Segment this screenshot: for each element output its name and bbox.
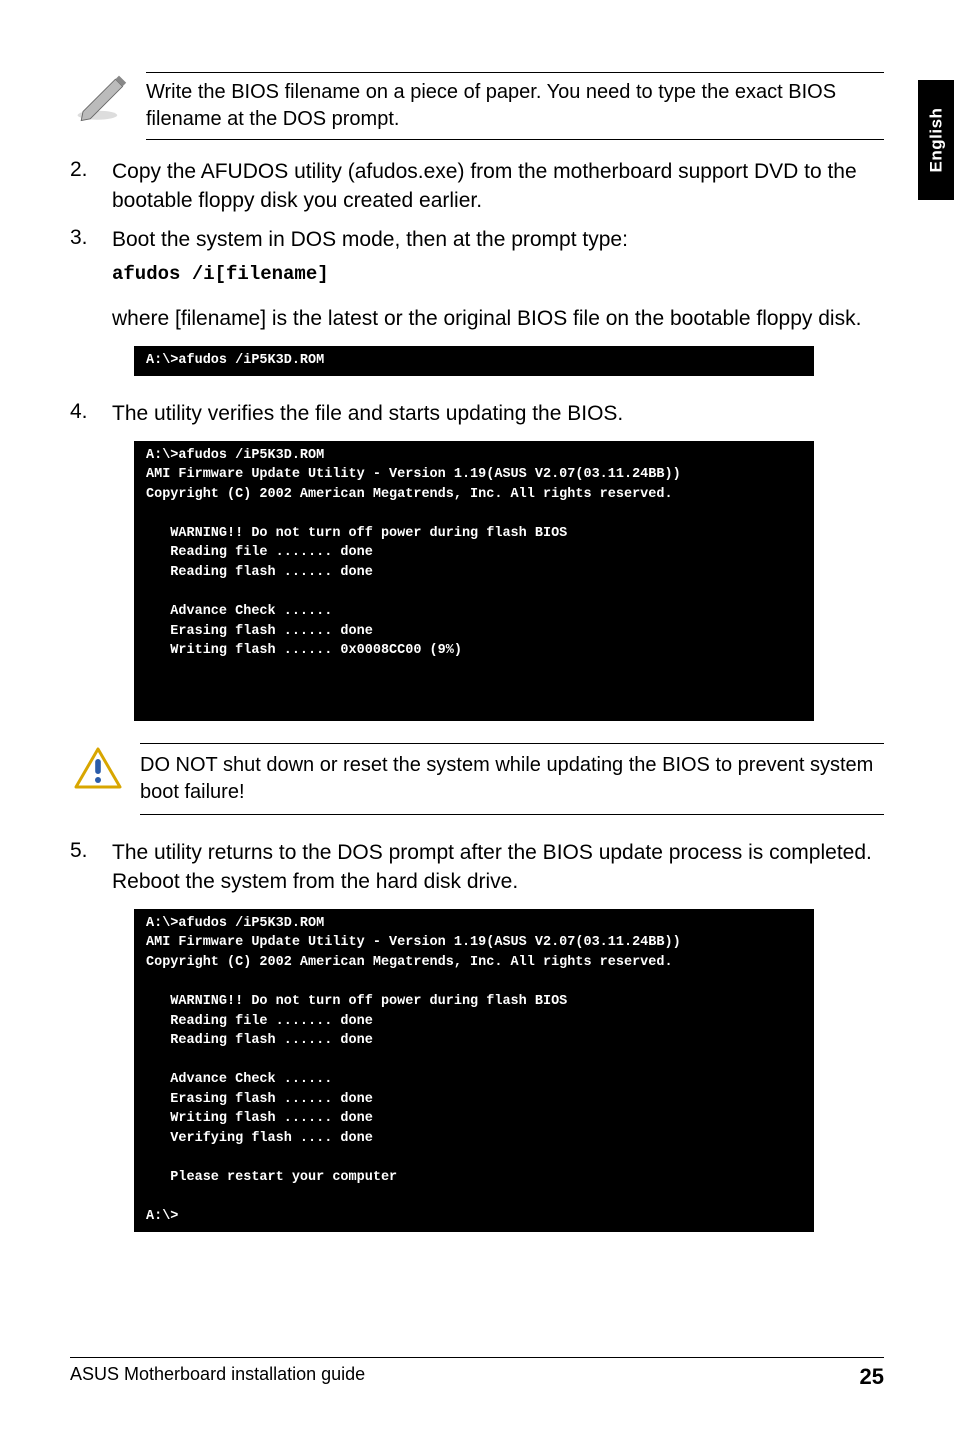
note-text: Write the BIOS filename on a piece of pa… xyxy=(146,79,884,133)
terminal-line: Reading flash ...... done xyxy=(146,1033,373,1048)
step-number: 2. xyxy=(70,158,88,216)
terminal-line: Verifying flash .... done xyxy=(146,1131,373,1146)
step-number: 3. xyxy=(70,226,88,334)
step-after-text: where [filename] is the latest or the or… xyxy=(112,305,884,334)
terminal-line: Erasing flash ...... done xyxy=(146,624,373,639)
terminal-output-1: A:\>afudos /iP5K3D.ROM xyxy=(134,346,814,376)
pencil-icon xyxy=(74,72,128,126)
language-label: English xyxy=(926,108,946,173)
terminal-line: Copyright (C) 2002 American Megatrends, … xyxy=(146,487,673,502)
terminal-line: Writing flash ...... 0x0008CC00 (9%) xyxy=(146,643,462,658)
terminal-output-3: A:\>afudos /iP5K3D.ROM AMI Firmware Upda… xyxy=(134,909,814,1232)
note-text-container: Write the BIOS filename on a piece of pa… xyxy=(146,72,884,140)
terminal-line: Reading file ....... done xyxy=(146,545,373,560)
terminal-line: A:\>afudos /iP5K3D.ROM xyxy=(146,353,324,368)
step-body: Copy the AFUDOS utility (afudos.exe) fro… xyxy=(112,158,884,216)
terminal-line: Erasing flash ...... done xyxy=(146,1092,373,1107)
terminal-line: AMI Firmware Update Utility - Version 1.… xyxy=(146,935,681,950)
step-4: 4. The utility verifies the file and sta… xyxy=(70,400,884,429)
terminal-line: WARNING!! Do not turn off power during f… xyxy=(146,994,567,1009)
note-block: Write the BIOS filename on a piece of pa… xyxy=(74,72,884,140)
step-body: The utility verifies the file and starts… xyxy=(112,400,884,429)
step-body: The utility returns to the DOS prompt af… xyxy=(112,839,884,897)
terminal-line: AMI Firmware Update Utility - Version 1.… xyxy=(146,467,681,482)
caution-text: DO NOT shut down or reset the system whi… xyxy=(140,752,884,806)
step-text: Boot the system in DOS mode, then at the… xyxy=(112,228,628,251)
terminal-line: Advance Check ...... xyxy=(146,1072,332,1087)
warning-icon xyxy=(74,747,122,791)
footer-title: ASUS Motherboard installation guide xyxy=(70,1364,365,1390)
terminal-line: Copyright (C) 2002 American Megatrends, … xyxy=(146,955,673,970)
terminal-line: Advance Check ...... xyxy=(146,604,332,619)
caution-text-container: DO NOT shut down or reset the system whi… xyxy=(140,743,884,815)
step-body: Boot the system in DOS mode, then at the… xyxy=(112,226,884,334)
terminal-output-2: A:\>afudos /iP5K3D.ROM AMI Firmware Upda… xyxy=(134,441,814,721)
terminal-line: A:\>afudos /iP5K3D.ROM xyxy=(146,448,324,463)
terminal-line: Writing flash ...... done xyxy=(146,1111,373,1126)
step-2: 2. Copy the AFUDOS utility (afudos.exe) … xyxy=(70,158,884,216)
command-text: afudos /i[filename] xyxy=(112,261,884,287)
step-3: 3. Boot the system in DOS mode, then at … xyxy=(70,226,884,334)
terminal-line: A:\>afudos /iP5K3D.ROM xyxy=(146,916,324,931)
step-number: 5. xyxy=(70,839,88,897)
language-tab: English xyxy=(918,80,954,200)
terminal-line: Reading flash ...... done xyxy=(146,565,373,580)
terminal-line: WARNING!! Do not turn off power during f… xyxy=(146,526,567,541)
step-number: 4. xyxy=(70,400,88,429)
terminal-line: Reading file ....... done xyxy=(146,1014,373,1029)
caution-block: DO NOT shut down or reset the system whi… xyxy=(74,743,884,815)
terminal-line: Please restart your computer xyxy=(146,1170,397,1185)
page-number: 25 xyxy=(860,1364,884,1390)
terminal-line: A:\> xyxy=(146,1209,178,1224)
page-footer: ASUS Motherboard installation guide 25 xyxy=(70,1357,884,1390)
step-5: 5. The utility returns to the DOS prompt… xyxy=(70,839,884,897)
